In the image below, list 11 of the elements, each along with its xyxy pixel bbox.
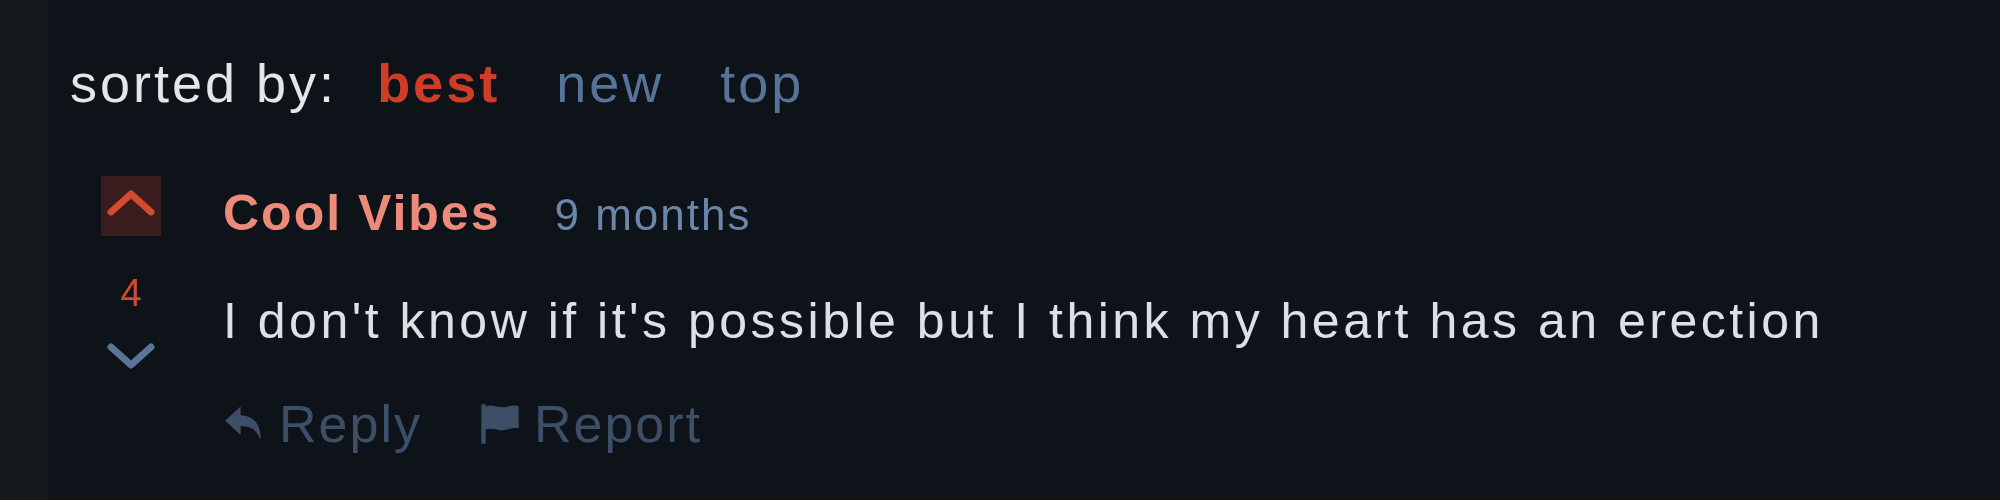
- sort-label: sorted by:: [70, 52, 338, 114]
- comment-text: I don't know if it's possible but I think my heart has an erection: [223, 292, 1824, 350]
- comment-author[interactable]: Cool Vibes: [223, 184, 501, 242]
- sort-option[interactable]: best: [377, 52, 501, 114]
- comment-action[interactable]: Report: [477, 394, 703, 454]
- comment-action[interactable]: Reply: [223, 394, 422, 454]
- sort-option[interactable]: top: [720, 52, 805, 114]
- upvote-icon[interactable]: [101, 176, 161, 236]
- sort-option[interactable]: new: [556, 52, 665, 114]
- comment-age: 9 months: [554, 190, 752, 240]
- vote-score: 4: [120, 272, 142, 315]
